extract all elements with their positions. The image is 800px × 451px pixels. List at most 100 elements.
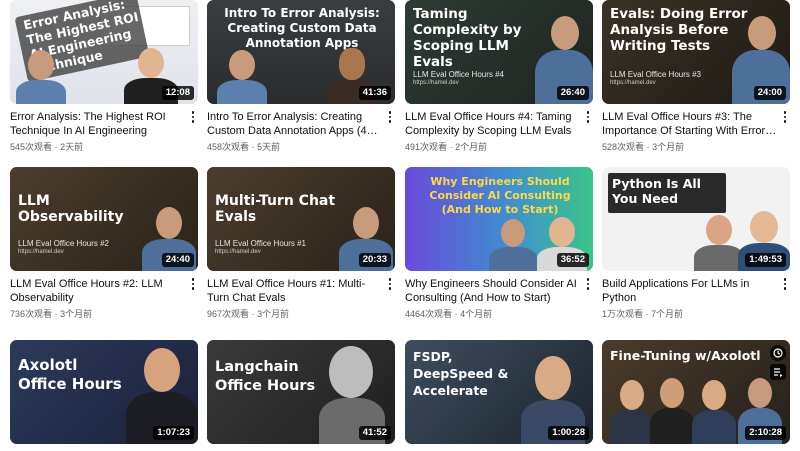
video-card[interactable]: Why Engineers Should Consider AI Consult…: [405, 167, 593, 320]
stats-separator: ·: [645, 309, 649, 319]
video-stats: 545次观看 · 2天前: [10, 142, 186, 153]
upload-age: 7个月前: [651, 309, 684, 319]
video-title[interactable]: LLM Eval Office Hours #4: Taming Complex…: [405, 110, 581, 138]
video-thumbnail[interactable]: Axolotl Office Hours 1:07:23: [10, 340, 198, 444]
video-thumbnail[interactable]: Multi-Turn Chat Evals LLM Eval Office Ho…: [207, 167, 395, 271]
thumbnail-url: https://hamel.dev: [18, 249, 64, 255]
thumbnail-title: Langchain Office Hours: [215, 359, 316, 394]
upload-age: 4个月前: [460, 309, 493, 319]
more-options-icon[interactable]: [385, 277, 395, 291]
view-count: 4464次观看: [405, 309, 453, 319]
video-thumbnail[interactable]: Taming Complexity by Scoping LLM Evals L…: [405, 0, 593, 104]
stats-separator: ·: [251, 142, 255, 152]
thumbnail-title: Intro To Error Analysis: Creating Custom…: [224, 6, 380, 50]
view-count: 967次观看: [207, 309, 250, 319]
watch-later-icon[interactable]: [770, 345, 786, 361]
view-count: 736次观看: [10, 309, 53, 319]
stats-separator: ·: [449, 142, 453, 152]
view-count: 491次观看: [405, 142, 448, 152]
video-card[interactable]: Error Analysis: The Highest ROI AI Engin…: [10, 0, 198, 153]
video-stats: 458次观看 · 5天前: [207, 142, 383, 153]
upload-age: 3个月前: [652, 142, 685, 152]
thumbnail-title: Taming Complexity by Scoping LLM Evals: [413, 6, 522, 70]
video-card[interactable]: Taming Complexity by Scoping LLM Evals L…: [405, 0, 593, 153]
video-thumbnail[interactable]: Intro To Error Analysis: Creating Custom…: [207, 0, 395, 104]
video-duration: 36:52: [556, 253, 589, 267]
video-duration: 41:52: [358, 426, 391, 440]
thumbnail-subtitle: LLM Eval Office Hours #3: [610, 70, 702, 79]
video-card[interactable]: LLM Observability LLM Eval Office Hours …: [10, 167, 198, 320]
video-title[interactable]: Why Engineers Should Consider AI Consult…: [405, 277, 581, 305]
video-duration: 2:10:28: [745, 426, 786, 440]
more-options-icon[interactable]: [583, 110, 593, 124]
thumbnail-title: Fine-Tuning w/Axolotl: [610, 348, 761, 363]
thumbnail-title: Axolotl Office Hours: [18, 356, 122, 393]
thumbnail-title: Python Is All You Need: [612, 176, 701, 206]
thumbnail-title: LLM Observability: [18, 193, 124, 225]
video-title[interactable]: Build Applications For LLMs in Python: [602, 277, 778, 305]
more-options-icon[interactable]: [188, 277, 198, 291]
add-to-queue-icon[interactable]: [770, 364, 786, 380]
video-title[interactable]: Error Analysis: The Highest ROI Techniqu…: [10, 110, 186, 138]
video-card[interactable]: FSDP, DeepSpeed & Accelerate 1:00:28: [405, 340, 593, 444]
thumbnail-title: Why Engineers Should Consider AI Consult…: [429, 175, 571, 216]
video-card[interactable]: Axolotl Office Hours 1:07:23: [10, 340, 198, 444]
video-stats: 967次观看 · 3个月前: [207, 309, 383, 320]
video-card[interactable]: Langchain Office Hours 41:52: [207, 340, 395, 444]
thumbnail-url: https://hamel.dev: [610, 80, 656, 86]
video-grid: Error Analysis: The Highest ROI AI Engin…: [10, 0, 790, 451]
video-thumbnail[interactable]: Why Engineers Should Consider AI Consult…: [405, 167, 593, 271]
video-card[interactable]: Multi-Turn Chat Evals LLM Eval Office Ho…: [207, 167, 395, 320]
video-card[interactable]: Fine-Tuning w/Axolotl 2:10:28: [602, 340, 790, 444]
more-options-icon[interactable]: [780, 277, 790, 291]
thumbnail-subtitle: LLM Eval Office Hours #1: [215, 239, 307, 248]
stats-separator: ·: [54, 142, 58, 152]
stats-separator: ·: [54, 309, 58, 319]
video-duration: 41:36: [358, 86, 391, 100]
more-options-icon[interactable]: [188, 110, 198, 124]
upload-age: 5天前: [257, 142, 281, 152]
video-thumbnail[interactable]: Python Is All You Need 1:49:53: [602, 167, 790, 271]
thumbnail-url: https://hamel.dev: [413, 80, 459, 86]
video-thumbnail[interactable]: FSDP, DeepSpeed & Accelerate 1:00:28: [405, 340, 593, 444]
video-duration: 12:08: [161, 86, 194, 100]
video-card[interactable]: Intro To Error Analysis: Creating Custom…: [207, 0, 395, 153]
video-title[interactable]: LLM Eval Office Hours #3: The Importance…: [602, 110, 778, 138]
more-options-icon[interactable]: [385, 110, 395, 124]
thumbnail-title: FSDP, DeepSpeed & Accelerate: [413, 349, 509, 398]
video-duration: 20:33: [358, 253, 391, 267]
video-stats: 736次观看 · 3个月前: [10, 309, 186, 320]
video-title[interactable]: LLM Eval Office Hours #1: Multi-Turn Cha…: [207, 277, 383, 305]
upload-age: 3个月前: [257, 309, 290, 319]
thumbnail-title: Multi-Turn Chat Evals: [215, 193, 336, 225]
video-thumbnail[interactable]: Fine-Tuning w/Axolotl 2:10:28: [602, 340, 790, 444]
stats-separator: ·: [251, 309, 255, 319]
more-options-icon[interactable]: [583, 277, 593, 291]
video-duration: 26:40: [556, 86, 589, 100]
upload-age: 3个月前: [60, 309, 93, 319]
video-thumbnail[interactable]: Langchain Office Hours 41:52: [207, 340, 395, 444]
video-card[interactable]: Evals: Doing Error Analysis Before Writi…: [602, 0, 790, 153]
video-title[interactable]: LLM Eval Office Hours #2: LLM Observabil…: [10, 277, 186, 305]
upload-age: 2个月前: [455, 142, 488, 152]
video-stats: 1万次观看 · 7个月前: [602, 309, 778, 320]
video-duration: 1:00:28: [548, 426, 589, 440]
stats-separator: ·: [454, 309, 458, 319]
upload-age: 2天前: [60, 142, 84, 152]
thumbnail-url: https://hamel.dev: [215, 249, 261, 255]
video-title[interactable]: Intro To Error Analysis: Creating Custom…: [207, 110, 383, 138]
thumbnail-subtitle: LLM Eval Office Hours #4: [413, 70, 505, 79]
view-count: 545次观看: [10, 142, 53, 152]
more-options-icon[interactable]: [780, 110, 790, 124]
thumbnail-title: Evals: Doing Error Analysis Before Writi…: [610, 6, 748, 54]
video-thumbnail[interactable]: LLM Observability LLM Eval Office Hours …: [10, 167, 198, 271]
view-count: 528次观看: [602, 142, 645, 152]
video-thumbnail[interactable]: Error Analysis: The Highest ROI AI Engin…: [10, 0, 198, 104]
video-thumbnail[interactable]: Evals: Doing Error Analysis Before Writi…: [602, 0, 790, 104]
video-stats: 4464次观看 · 4个月前: [405, 309, 581, 320]
view-count: 1万次观看: [602, 309, 644, 319]
video-duration: 1:07:23: [153, 426, 194, 440]
video-duration: 1:49:53: [745, 253, 786, 267]
video-card[interactable]: Python Is All You Need 1:49:53 Build App…: [602, 167, 790, 320]
view-count: 458次观看: [207, 142, 250, 152]
